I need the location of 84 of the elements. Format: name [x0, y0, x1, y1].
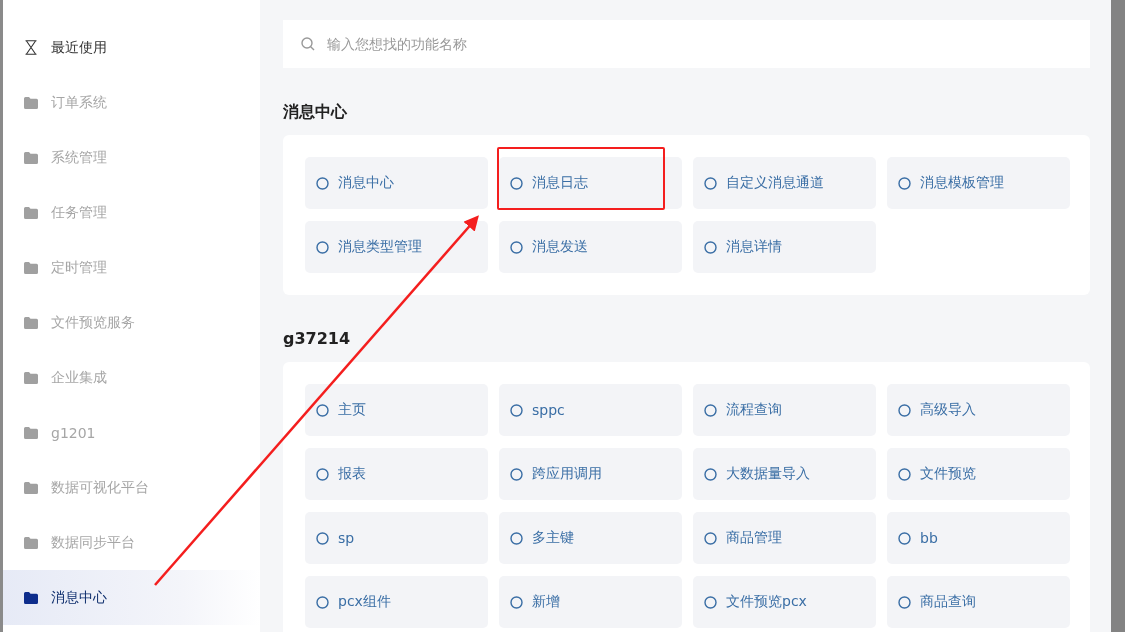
- function-tile[interactable]: 文件预览pcx: [693, 576, 876, 628]
- folder-icon: [23, 206, 39, 219]
- tile-label: 流程查询: [726, 401, 782, 419]
- tile-label: 消息中心: [338, 174, 394, 192]
- circle-icon: [510, 467, 523, 481]
- tile-label: 大数据量导入: [726, 465, 810, 483]
- tile-label: sp: [338, 530, 355, 546]
- function-tile[interactable]: 消息发送: [499, 221, 682, 273]
- folder-icon: [23, 481, 39, 494]
- section-title: 消息中心: [283, 102, 348, 122]
- function-tile[interactable]: 高级导入: [887, 384, 1070, 436]
- hourglass-icon: [23, 40, 39, 55]
- function-tile[interactable]: 新增: [499, 576, 682, 628]
- tile-label: 主页: [338, 401, 366, 419]
- circle-icon: [316, 531, 329, 545]
- tile-label: sppc: [532, 402, 565, 418]
- tile-label: 消息类型管理: [338, 238, 422, 256]
- tile-label: 文件预览: [920, 465, 976, 483]
- tile-label: 文件预览pcx: [726, 593, 807, 611]
- function-tile[interactable]: 商品管理: [693, 512, 876, 564]
- circle-icon: [898, 595, 911, 609]
- tile-label: bb: [920, 530, 938, 546]
- function-tile[interactable]: sppc: [499, 384, 682, 436]
- folder-icon: [23, 151, 39, 164]
- circle-icon: [510, 176, 523, 190]
- function-tile[interactable]: 文件预览: [887, 448, 1070, 500]
- circle-icon: [898, 467, 911, 481]
- circle-icon: [316, 467, 329, 481]
- folder-icon: [23, 591, 39, 604]
- function-tile[interactable]: 流程查询: [693, 384, 876, 436]
- folder-icon: [23, 371, 39, 384]
- tile-label: 自定义消息通道: [726, 174, 824, 192]
- function-tile[interactable]: bb: [887, 512, 1070, 564]
- function-tile[interactable]: sp: [305, 512, 488, 564]
- circle-icon: [898, 531, 911, 545]
- function-tile[interactable]: 主页: [305, 384, 488, 436]
- circle-icon: [898, 176, 911, 190]
- function-tile[interactable]: 商品查询: [887, 576, 1070, 628]
- circle-icon: [316, 595, 329, 609]
- function-tile[interactable]: 自定义消息通道: [693, 157, 876, 209]
- function-tile[interactable]: pcx组件: [305, 576, 488, 628]
- tile-label: 报表: [338, 465, 366, 483]
- tile-label: 商品查询: [920, 593, 976, 611]
- circle-icon: [316, 403, 329, 417]
- folder-icon: [23, 96, 39, 109]
- tile-label: 消息发送: [532, 238, 588, 256]
- function-tile[interactable]: 消息详情: [693, 221, 876, 273]
- function-tile[interactable]: 消息中心: [305, 157, 488, 209]
- function-tile[interactable]: 多主键: [499, 512, 682, 564]
- tile-label: 消息日志: [532, 174, 588, 192]
- tile-label: 商品管理: [726, 529, 782, 547]
- circle-icon: [510, 403, 523, 417]
- tile-label: 消息模板管理: [920, 174, 1004, 192]
- tile-label: 多主键: [532, 529, 574, 547]
- circle-icon: [898, 403, 911, 417]
- sidebar-item[interactable]: 最近使用: [3, 20, 260, 75]
- tile-label: pcx组件: [338, 593, 391, 611]
- folder-icon: [23, 536, 39, 549]
- circle-icon: [704, 595, 717, 609]
- folder-icon: [23, 426, 39, 439]
- circle-icon: [316, 176, 329, 190]
- folder-icon: [23, 316, 39, 329]
- tile-label: 消息详情: [726, 238, 782, 256]
- circle-icon: [510, 531, 523, 545]
- circle-icon: [704, 240, 717, 254]
- function-tile[interactable]: 跨应用调用: [499, 448, 682, 500]
- search-field[interactable]: 输入您想找的功能名称: [283, 20, 1090, 68]
- circle-icon: [510, 240, 523, 254]
- function-tile[interactable]: 消息日志: [499, 157, 682, 209]
- function-tile[interactable]: 消息模板管理: [887, 157, 1070, 209]
- circle-icon: [704, 531, 717, 545]
- folder-icon: [23, 261, 39, 274]
- function-tile[interactable]: 大数据量导入: [693, 448, 876, 500]
- circle-icon: [704, 467, 717, 481]
- tile-label: 新增: [532, 593, 560, 611]
- function-tile[interactable]: 消息类型管理: [305, 221, 488, 273]
- circle-icon: [510, 595, 523, 609]
- circle-icon: [704, 176, 717, 190]
- section-title: g37214: [283, 329, 352, 349]
- circle-icon: [704, 403, 717, 417]
- tile-label: 跨应用调用: [532, 465, 602, 483]
- function-tile[interactable]: 报表: [305, 448, 488, 500]
- tile-label: 高级导入: [920, 401, 976, 419]
- circle-icon: [316, 240, 329, 254]
